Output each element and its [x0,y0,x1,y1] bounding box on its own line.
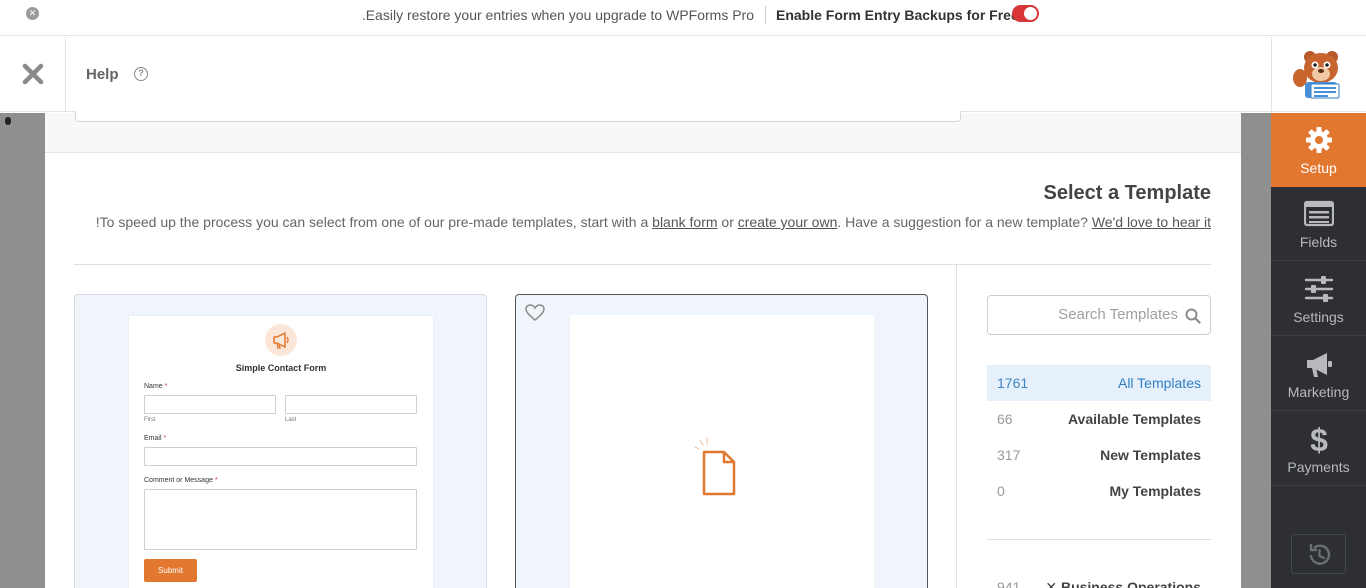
desc-text-start: !To speed up the process you can select … [95,214,653,230]
help-link[interactable]: Help [86,66,119,83]
category-label: All Templates [1117,375,1201,391]
contact-form-preview: Simple Contact Form Name * First Last Em… [129,316,433,588]
header-divider [65,37,66,112]
template-card-simple-contact[interactable]: Simple Contact Form Name * First Last Em… [74,294,487,588]
category-label: ✕ Business Operations [1045,579,1201,588]
history-icon [1309,544,1331,565]
setup-panel: Select a Template !To speed up the proce… [45,111,1241,588]
last-name-input [285,395,417,414]
first-sublabel: First [144,417,156,423]
sidebar-item-label: Settings [1293,309,1344,325]
template-section-title: Select a Template [1043,182,1211,204]
comment-field-label: Comment or Message * [144,477,218,484]
last-sublabel: Last [285,417,297,423]
form-name-input[interactable] [75,111,961,122]
blank-document-icon [694,435,744,497]
required-mark: * [164,383,168,390]
megaphone-icon [273,332,289,349]
dollar-icon: $ [1304,422,1334,458]
category-label: New Templates [1100,447,1201,463]
name-label-text: Name [144,383,163,390]
suggest-template-link[interactable]: We'd love to hear it [1092,214,1211,230]
sidebar-item-marketing[interactable]: Marketing [1271,337,1366,411]
section-divider [74,264,1211,265]
template-search[interactable] [987,295,1211,335]
email-input [144,447,417,466]
bear-mascot-icon [1293,51,1340,99]
sidebar-item-setup[interactable]: Setup [1271,113,1366,187]
chevron-down-icon: ✕ [1045,579,1061,588]
email-field-label: Email * [144,435,166,442]
template-section-description: !To speed up the process you can select … [96,214,1211,230]
toggle-knob [1024,7,1037,20]
builder-sidebar: Setup Fields Settings Marketing $ Paymen… [1271,113,1366,588]
comment-textarea [144,489,417,550]
sidebar-item-fields[interactable]: Fields [1271,187,1366,261]
notice-cta-label: Enable Form Entry Backups for Free [776,7,1019,23]
name-field-label: Name * [144,383,167,390]
backup-toggle[interactable] [1012,5,1039,22]
form-name-area [45,111,1241,153]
sidebar-item-label: Fields [1299,234,1338,250]
favorite-heart-icon[interactable] [525,304,545,322]
template-card-blank-form[interactable] [515,294,928,588]
svg-text:$: $ [1310,424,1328,454]
form-builder: ✕ .Easily restore your entries when you … [0,0,1366,588]
category-count: 0 [997,483,1005,499]
megaphone-icon [1304,349,1334,379]
required-mark: * [214,477,218,484]
category-label: My Templates [1109,483,1201,499]
category-label: Available Templates [1067,411,1201,427]
comment-label-text: Comment or Message [144,477,213,484]
category-count: 317 [997,447,1021,463]
category-count: 941 [997,579,1021,588]
first-name-input [144,395,276,414]
category-business-operations[interactable]: 941 ✕ Business Operations [987,579,1211,588]
desc-text-mid: . Have a suggestion for a new template? [837,214,1092,230]
notice-text: .Easily restore your entries when you up… [361,7,754,23]
category-available-templates[interactable]: 66 Available Templates [987,401,1211,437]
category-all-templates[interactable]: 1761 All Templates [987,365,1211,401]
sidebar-divider [956,264,957,588]
search-input[interactable] [998,306,1178,323]
blank-form-link[interactable]: blank form [652,214,717,230]
builder-header: Help ? [0,37,1366,112]
category-new-templates[interactable]: 317 New Templates [987,437,1211,473]
form-preview-title: Simple Contact Form [235,363,327,373]
close-builder-icon[interactable] [20,61,46,87]
email-label-text: Email [144,435,162,442]
category-count: 66 [997,411,1013,427]
sidebar-item-settings[interactable]: Settings [1271,262,1366,336]
required-mark: * [163,435,167,442]
backdrop-marker [5,117,11,125]
create-your-own-link[interactable]: create your own [738,214,838,230]
sliders-icon [1304,274,1334,304]
gear-icon [1304,125,1334,155]
category-my-templates[interactable]: 0 My Templates [987,473,1211,509]
submit-button-preview: Submit [144,559,197,582]
search-icon [1185,308,1201,324]
desc-text-or: or [717,214,738,230]
blank-form-preview [570,315,874,588]
notice-bar: ✕ .Easily restore your entries when you … [0,0,1366,36]
sidebar-item-label: Setup [1300,160,1337,176]
category-label-text: Business Operations [1060,579,1201,588]
wpforms-mascot [1271,37,1366,112]
revisions-button[interactable] [1291,534,1346,574]
category-count: 1761 [997,375,1029,391]
fields-list-icon [1303,199,1335,229]
form-logo [265,324,297,356]
sidebar-item-label: Payments [1287,459,1350,475]
help-icon[interactable]: ? [134,67,148,81]
category-divider [987,539,1211,540]
notice-separator [765,6,766,24]
sidebar-item-payments[interactable]: $ Payments [1271,412,1366,486]
sidebar-item-label: Marketing [1287,384,1350,400]
